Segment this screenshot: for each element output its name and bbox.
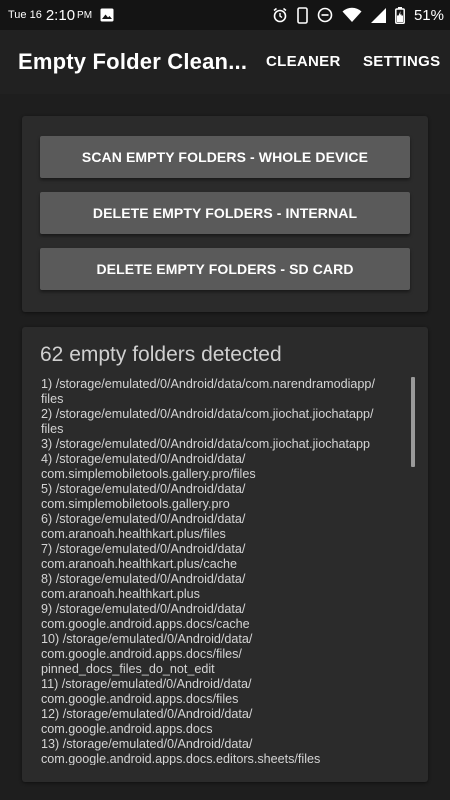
- list-item: 7) /storage/emulated/0/Android/data/ com…: [41, 542, 246, 571]
- alarm-icon: [272, 7, 288, 23]
- delete-internal-button[interactable]: DELETE EMPTY FOLDERS - INTERNAL: [40, 192, 410, 234]
- actions-card: SCAN EMPTY FOLDERS - WHOLE DEVICE DELETE…: [22, 116, 428, 312]
- status-day: Tue 16: [8, 9, 42, 21]
- list-item: 1) /storage/emulated/0/Android/data/com.…: [41, 377, 375, 406]
- list-item: 11) /storage/emulated/0/Android/data/ co…: [41, 677, 252, 706]
- tab-cleaner[interactable]: CLEANER: [266, 30, 341, 94]
- list-item: 10) /storage/emulated/0/Android/data/ co…: [41, 632, 253, 676]
- list-item: 12) /storage/emulated/0/Android/data/ co…: [41, 707, 253, 736]
- app-bar: Empty Folder Clean... CLEANER SETTINGS: [0, 30, 450, 94]
- list-item: 6) /storage/emulated/0/Android/data/ com…: [41, 512, 246, 541]
- results-heading: 62 empty folders detected: [40, 343, 282, 366]
- scrollbar-thumb[interactable]: [411, 377, 415, 467]
- list-item: 2) /storage/emulated/0/Android/data/com.…: [41, 407, 374, 436]
- battery-icon: [395, 6, 405, 24]
- list-item: 9) /storage/emulated/0/Android/data/ com…: [41, 602, 250, 631]
- delete-sd-card-button[interactable]: DELETE EMPTY FOLDERS - SD CARD: [40, 248, 410, 290]
- phone-icon: [297, 6, 308, 24]
- status-left: Tue 16 2:10 PM: [8, 0, 114, 30]
- results-card: 62 empty folders detected 1) /storage/em…: [22, 327, 428, 782]
- signal-icon: [370, 7, 386, 23]
- list-item: 5) /storage/emulated/0/Android/data/ com…: [41, 482, 246, 511]
- list-item: 13) /storage/emulated/0/Android/data/ co…: [41, 737, 321, 765]
- list-item: 4) /storage/emulated/0/Android/data/ com…: [41, 452, 256, 481]
- image-icon: [100, 8, 114, 22]
- status-ampm: PM: [77, 9, 93, 21]
- status-bar: Tue 16 2:10 PM 51%: [0, 0, 450, 30]
- scan-whole-device-button[interactable]: SCAN EMPTY FOLDERS - WHOLE DEVICE: [40, 136, 410, 178]
- wifi-icon: [342, 7, 362, 23]
- status-right: 51%: [272, 0, 444, 30]
- tab-settings[interactable]: SETTINGS: [363, 30, 440, 94]
- do-not-disturb-icon: [317, 7, 333, 23]
- status-time: 2:10: [45, 6, 76, 24]
- app-title: Empty Folder Clean...: [18, 49, 248, 74]
- results-list[interactable]: 1) /storage/emulated/0/Android/data/com.…: [41, 377, 411, 765]
- battery-percent: 51%: [413, 6, 444, 24]
- list-item: 8) /storage/emulated/0/Android/data/ com…: [41, 572, 246, 601]
- list-item: 3) /storage/emulated/0/Android/data/com.…: [41, 437, 371, 451]
